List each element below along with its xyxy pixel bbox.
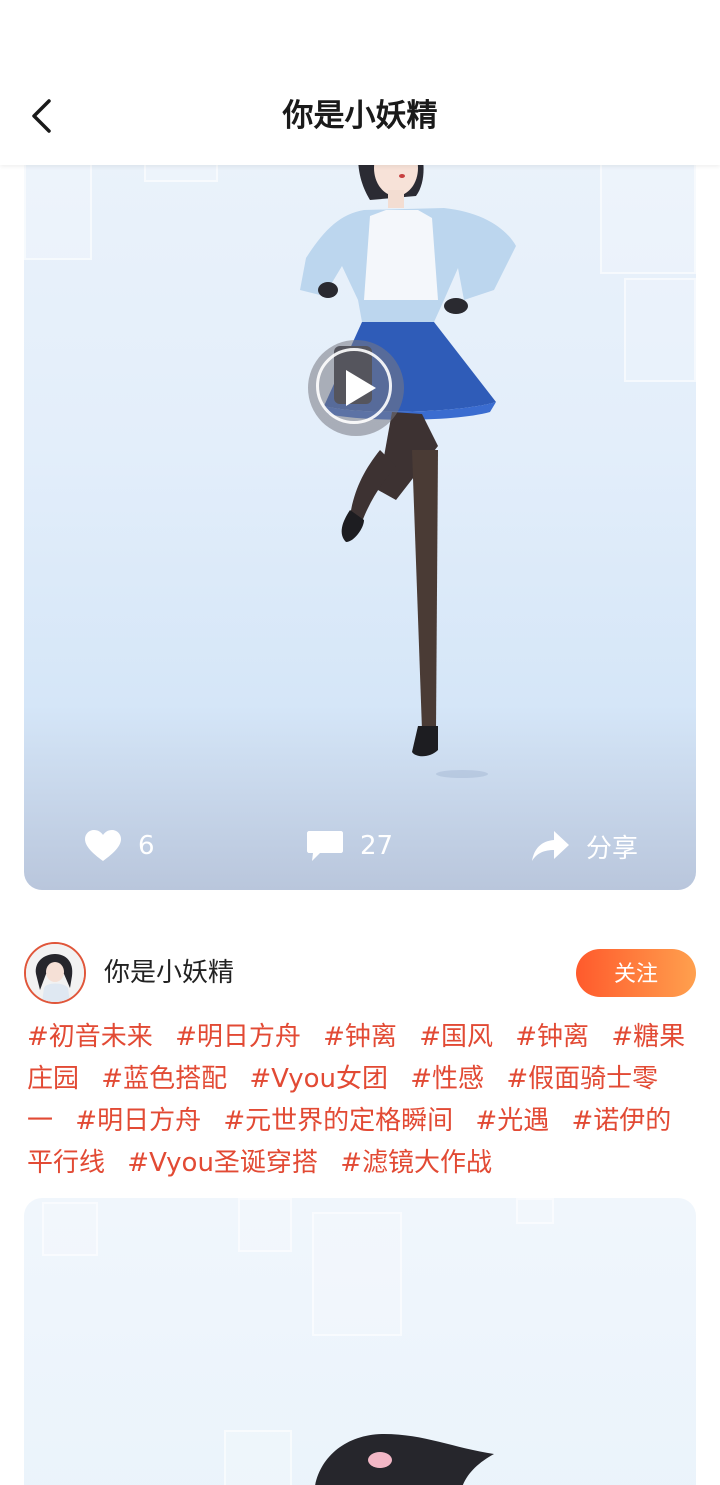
video-action-bar: 6 27 分享 — [24, 806, 696, 890]
author-row: 你是小妖精 关注 — [24, 940, 696, 1004]
hashtag[interactable]: #初音未来 — [27, 1022, 153, 1052]
hashtag[interactable]: #明日方舟 — [175, 1022, 301, 1052]
app-root: 你是小妖精 6 27 分享 你是小妖精 关注 #初音未来 #明日方舟 #钟离 #… — [0, 0, 720, 1485]
follow-button[interactable]: 关注 — [576, 949, 696, 997]
comment-count: 27 — [360, 831, 394, 861]
hashtag[interactable]: #Vyou女团 — [249, 1064, 388, 1094]
author-name[interactable]: 你是小妖精 — [104, 940, 234, 1004]
share-arrow-icon — [532, 831, 569, 861]
hashtag[interactable]: #元世界的定格瞬间 — [223, 1106, 453, 1136]
video-thumbnail-figure — [300, 150, 516, 778]
avatar-image — [26, 944, 84, 1002]
hashtag[interactable]: #光遇 — [475, 1106, 549, 1136]
like-count: 6 — [138, 831, 155, 861]
top-nav-bar: 你是小妖精 — [0, 0, 720, 165]
hashtag[interactable]: #滤镜大作战 — [340, 1148, 492, 1178]
like-button[interactable]: 6 — [84, 822, 155, 870]
share-button[interactable]: 分享 — [530, 822, 638, 870]
comment-button[interactable]: 27 — [306, 822, 393, 870]
hashtag[interactable]: #钟离 — [323, 1022, 397, 1052]
play-button[interactable] — [308, 340, 404, 436]
heart-icon — [85, 830, 121, 861]
hashtag-list: #初音未来 #明日方舟 #钟离 #国风 #钟离 #糖果庄园 #蓝色搭配 #Vyo… — [27, 1016, 695, 1184]
hashtag[interactable]: #钟离 — [515, 1022, 589, 1052]
page-title: 你是小妖精 — [282, 98, 438, 134]
video-thumbnail-figure — [315, 1434, 494, 1485]
author-avatar[interactable] — [24, 942, 86, 1004]
hashtag[interactable]: #性感 — [410, 1064, 484, 1094]
hashtag[interactable]: #Vyou圣诞穿搭 — [127, 1148, 318, 1178]
comment-icon — [307, 831, 343, 861]
hashtag[interactable]: #蓝色搭配 — [101, 1064, 227, 1094]
video-card[interactable]: 6 27 分享 — [24, 150, 696, 890]
share-label: 分享 — [586, 833, 639, 864]
play-icon — [346, 370, 376, 406]
video-card[interactable] — [24, 1198, 696, 1485]
hashtag[interactable]: #明日方舟 — [75, 1106, 201, 1136]
hashtag[interactable]: #国风 — [419, 1022, 493, 1052]
